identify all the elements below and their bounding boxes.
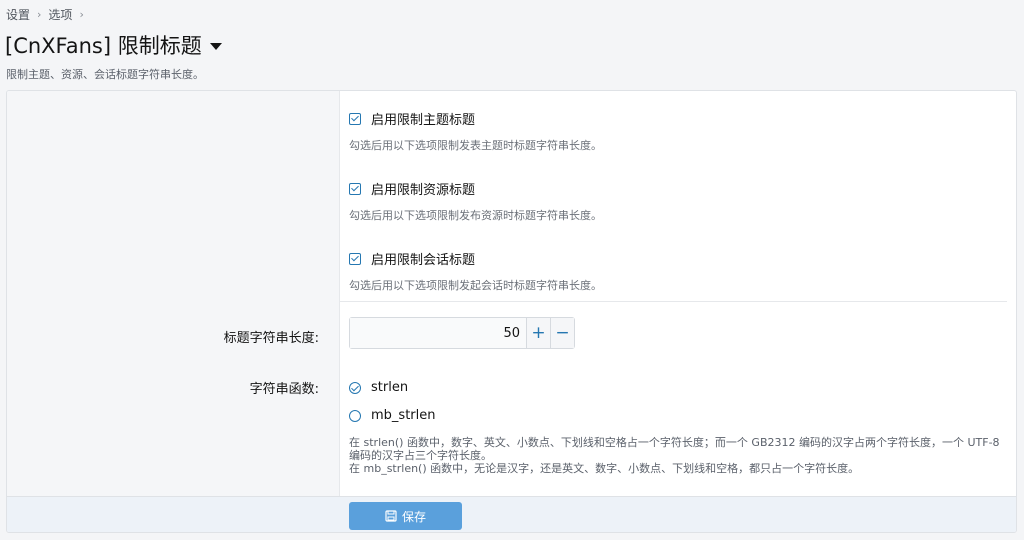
thread-hint: 勾选后用以下选项限制发表主题时标题字符串长度。 [349, 139, 602, 152]
strlen-radio[interactable] [349, 381, 361, 394]
thread-checkbox[interactable] [349, 112, 361, 125]
length-input[interactable] [350, 318, 526, 348]
mb-strlen-radio[interactable] [349, 409, 361, 422]
function-label: 字符串函数: [249, 382, 319, 397]
increment-button[interactable]: + [526, 318, 550, 348]
save-icon [385, 510, 397, 522]
conversation-checkbox[interactable] [349, 252, 361, 265]
mb-strlen-explanation: 在 mb_strlen() 函数中，无论是汉字，还是英文、数字、小数点、下划线和… [349, 462, 860, 475]
conversation-checkbox-label[interactable]: 启用限制会话标题 [371, 249, 475, 268]
length-stepper: + − [349, 317, 575, 349]
page-description: 限制主题、资源、会话标题字符串长度。 [6, 68, 204, 81]
thread-checkbox-label[interactable]: 启用限制主题标题 [371, 109, 475, 128]
option-conversation: 启用限制会话标题 勾选后用以下选项限制发起会话时标题字符串长度。 [349, 249, 602, 293]
mb-strlen-radio-label[interactable]: mb_strlen [371, 408, 435, 423]
caret-down-icon[interactable] [209, 42, 222, 50]
divider [340, 301, 1007, 302]
options-panel: 启用限制主题标题 勾选后用以下选项限制发表主题时标题字符串长度。 启用限制资源标… [6, 90, 1017, 533]
form-footer: 保存 [7, 496, 1016, 532]
decrement-button[interactable]: − [550, 318, 574, 348]
resource-checkbox-label[interactable]: 启用限制资源标题 [371, 179, 475, 198]
length-label: 标题字符串长度: [223, 331, 319, 346]
option-resource: 启用限制资源标题 勾选后用以下选项限制发布资源时标题字符串长度。 [349, 179, 602, 223]
title-row: [CnXFans] 限制标题 [5, 30, 222, 60]
breadcrumb-separator: › [37, 8, 42, 21]
save-button[interactable]: 保存 [349, 502, 462, 530]
strlen-explanation: 在 strlen() 函数中，数字、英文、小数点、下划线和空格占一个字符长度；而… [349, 436, 1000, 462]
page-title: [CnXFans] 限制标题 [5, 34, 202, 58]
conversation-hint: 勾选后用以下选项限制发起会话时标题字符串长度。 [349, 279, 602, 292]
resource-hint: 勾选后用以下选项限制发布资源时标题字符串长度。 [349, 209, 602, 222]
save-button-label: 保存 [401, 509, 426, 524]
breadcrumb: 设置 › 选项 › [6, 6, 91, 23]
strlen-radio-label[interactable]: strlen [371, 380, 408, 395]
breadcrumb-item-settings[interactable]: 设置 [6, 6, 30, 23]
function-options: strlen mb_strlen 在 strlen() 函数中，数字、英文、小数… [349, 380, 1009, 475]
breadcrumb-item-options[interactable]: 选项 [48, 6, 72, 23]
label-column [7, 91, 340, 496]
option-thread: 启用限制主题标题 勾选后用以下选项限制发表主题时标题字符串长度。 [349, 109, 602, 153]
breadcrumb-separator: › [79, 8, 84, 21]
resource-checkbox[interactable] [349, 182, 361, 195]
